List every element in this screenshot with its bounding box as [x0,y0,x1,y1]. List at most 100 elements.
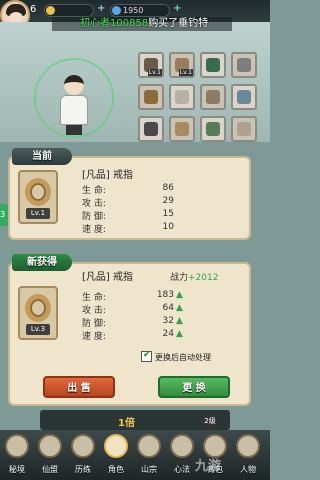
stat-row: 攻 击: 29 [82,196,232,209]
swap-button[interactable]: 更 换 [158,376,230,398]
stat-row: 攻 击: 64 ▲ [82,303,232,316]
nav-icon [38,434,62,458]
nav-label: 角色 [108,465,124,474]
nav-item[interactable]: 历练 [68,432,98,476]
current-item-name: [凡品] 戒指 [82,166,133,181]
stat-value: 29 [162,196,174,206]
equipment-slot[interactable] [231,52,257,78]
currency-pill-1 [44,4,94,17]
nav-label: 山宗 [141,465,157,474]
watermark-text: 九游 [195,459,222,474]
equipment-icon [206,122,220,136]
equipment-icon [237,122,251,136]
stat-value: 183 [156,290,174,300]
new-item-quality: [凡品] [82,272,110,283]
nav-item[interactable]: 人物 [233,432,263,476]
nav-item[interactable]: 角色 [101,432,131,476]
current-panel-header: 当前 [12,148,72,165]
equipment-icon [144,90,158,104]
stat-row: 防 御: 15 [82,209,232,222]
stat-value: 86 [162,183,174,193]
stat-label: 攻 击: [82,199,106,209]
broadcast-banner: 初心者100858购买了垂钓特 [52,17,232,31]
nav-icon [5,434,29,458]
power-value: +2012 [188,273,219,283]
equipment-icon [206,90,220,104]
speed-toggle[interactable]: 1倍 [118,414,135,429]
equipment-slot[interactable]: Lv.1 [138,52,164,78]
stat-label: 防 御: [82,212,106,222]
stat-row: 生 命: 183 ▲ [82,290,232,303]
nav-item[interactable]: 心法 [167,432,197,476]
broadcast-player-name: 初心者100858 [80,18,149,29]
equipment-icon [144,122,158,136]
slot-level-badge: Lv.1 [147,69,162,76]
stat-row: 生 命: 86 [82,183,232,196]
player-level: 6 [30,4,37,15]
equipment-slot[interactable] [200,84,226,110]
equipment-slot[interactable]: Lv.1 [169,52,195,78]
stat-value: 15 [162,209,174,219]
current-item-card[interactable]: Lv.1 [18,170,58,224]
auto-process-label: 更换后自动处理 [155,353,211,362]
equipment-slot[interactable] [138,84,164,110]
coin-icon [46,6,55,15]
equipment-slot[interactable] [169,84,195,110]
nav-label: 历练 [75,465,91,474]
equipment-slot[interactable] [200,116,226,142]
equipment-icon [175,122,189,136]
stat-value: 64 [162,303,174,313]
new-item-name: [凡品] 戒指 [82,268,133,283]
stat-label: 生 命: [82,186,106,196]
add-currency-2-button[interactable]: + [173,3,181,14]
auto-process-option[interactable]: 更换后自动处理 [141,350,211,363]
gem-icon [112,6,121,15]
nav-item[interactable]: 山宗 [134,432,164,476]
nav-label: 心法 [174,465,190,474]
nav-item[interactable]: 秘境 [2,432,32,476]
slot-level-badge: Lv.1 [178,69,193,76]
stat-value: 10 [162,222,174,232]
new-item-card[interactable]: Lv.3 [18,286,58,340]
nav-label: 秘境 [9,465,25,474]
sell-button[interactable]: 出 售 [43,376,115,398]
current-item-title: 戒指 [113,170,133,181]
equipment-icon [237,58,251,72]
nav-icon [71,434,95,458]
nav-icon [104,434,128,458]
ring-icon [25,294,51,322]
equipment-icon [237,90,251,104]
current-item-quality: [凡品] [82,170,110,181]
stat-increase-icon: ▲ [176,329,183,339]
equipment-slot[interactable] [169,116,195,142]
currency-2-value: 1950 [123,6,144,15]
auto-process-checkbox[interactable] [141,350,152,362]
currency-pill-2: 1950 [110,4,170,17]
new-item-title: 戒指 [113,272,133,283]
ring-icon [25,178,51,206]
equipment-icon [206,58,220,72]
broadcast-text: 购买了垂钓特 [148,18,209,29]
stat-row: 防 御: 32 ▲ [82,316,232,329]
nav-label: 人物 [240,465,256,474]
nav-item[interactable]: 仙盟 [35,432,65,476]
equipment-icon [175,90,189,104]
stat-label: 速 度: [82,332,106,342]
stat-increase-icon: ▲ [176,290,183,300]
stat-increase-icon: ▲ [176,316,183,326]
stat-label: 防 御: [82,319,106,329]
stat-increase-icon: ▲ [176,303,183,313]
equipment-slot[interactable] [231,116,257,142]
power-label: 战力 [170,273,189,283]
stat-row: 速 度: 24 ▲ [82,329,232,342]
hero-character[interactable] [56,75,92,135]
level-circle[interactable]: 2级 [202,413,218,429]
nav-icon [236,434,260,458]
new-item-level: Lv.3 [26,324,50,335]
new-panel-header: 新获得 [12,254,72,271]
nav-icon [170,434,194,458]
equipment-slot[interactable] [138,116,164,142]
equipment-slot[interactable] [231,84,257,110]
add-currency-1-button[interactable]: + [97,3,105,14]
equipment-slot[interactable] [200,52,226,78]
